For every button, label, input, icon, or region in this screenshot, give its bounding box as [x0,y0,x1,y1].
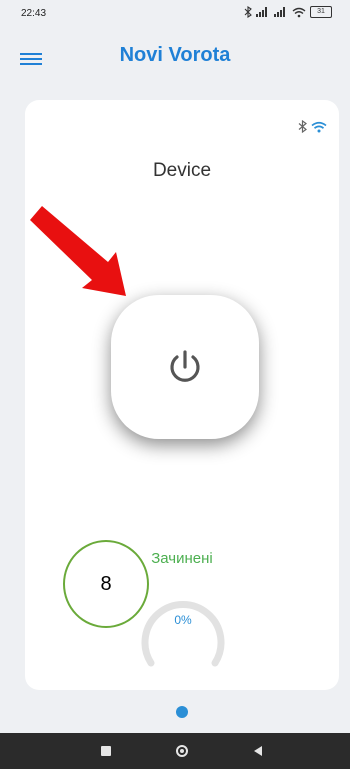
gauge-percent: 0% [174,613,192,627]
red-arrow-annotation [30,206,126,296]
progress-gauge: 0% [137,587,229,667]
status-bar: 22:43 31 [0,0,350,30]
bluetooth-icon [298,120,307,133]
gauge-track [141,601,225,667]
annotation-number-badge: 8 [63,540,149,628]
power-icon [170,350,200,382]
power-button[interactable] [111,295,259,439]
battery-icon: 31 [310,6,332,18]
device-name: Device [152,160,212,181]
annotation-label: 8 [100,572,112,595]
wifi-icon [311,121,327,132]
status-time: 22:43 [21,8,47,19]
home-button[interactable] [174,743,190,759]
square-icon [101,746,111,756]
app-bar: Novi Vorota [0,36,350,86]
signal-icon [256,7,267,17]
back-button[interactable] [250,743,266,759]
status-icons: 31 [244,6,332,18]
battery-level: 31 [317,8,325,15]
system-nav-bar [0,733,350,769]
signal-icon [274,7,285,17]
card-connection-icons [298,120,327,133]
page-indicator-dot[interactable] [176,706,188,718]
back-triangle-icon [254,746,262,756]
bluetooth-icon [244,6,252,18]
app-title: Novi Vorota [119,44,231,66]
home-circle-icon [176,745,188,757]
wifi-icon [292,7,306,17]
recents-button[interactable] [98,743,114,759]
